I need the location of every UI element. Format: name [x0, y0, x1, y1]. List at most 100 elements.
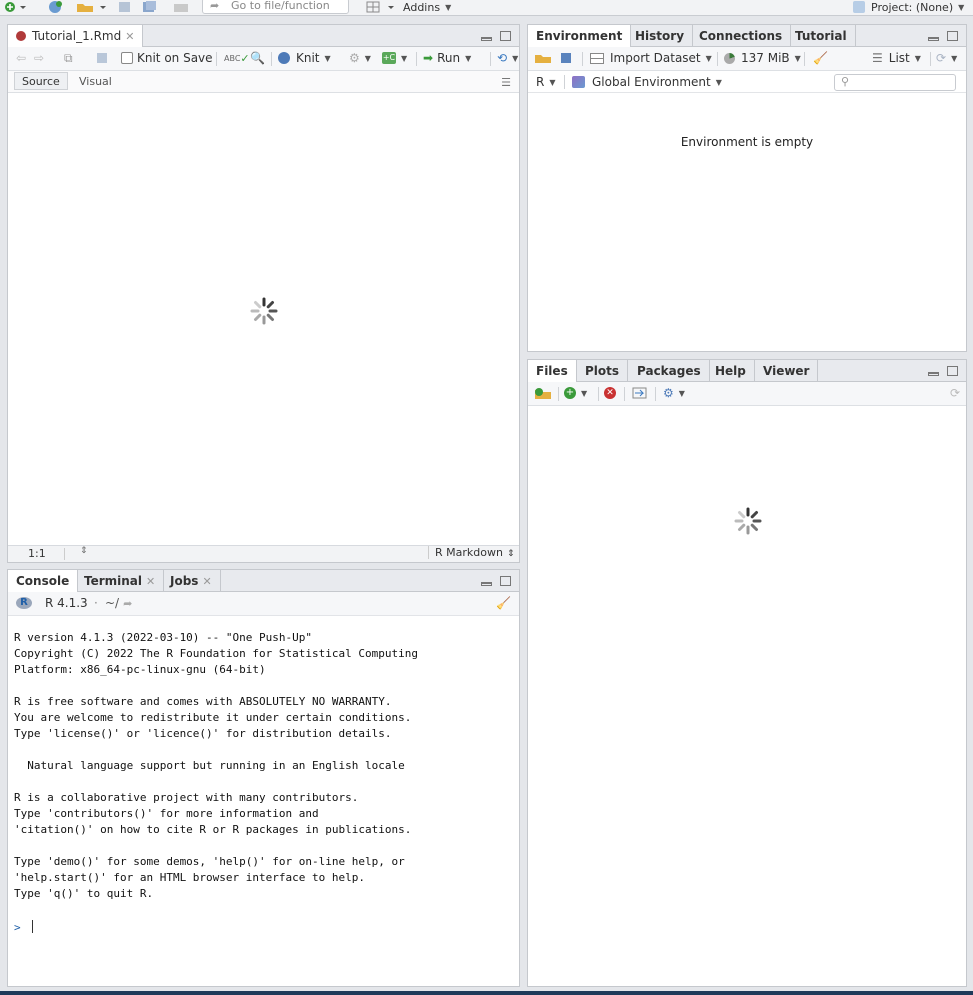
- import-dataset-button[interactable]: Import Dataset ▼: [590, 47, 712, 69]
- open-file-button[interactable]: [76, 0, 106, 14]
- tab-jobs-label: Jobs: [170, 574, 199, 588]
- clear-workspace-broom-icon[interactable]: 🧹: [813, 47, 828, 69]
- environment-search-input[interactable]: ⚲: [834, 74, 956, 91]
- tab-connections[interactable]: Connections: [691, 25, 792, 47]
- find-icon[interactable]: 🔍: [250, 47, 265, 69]
- working-dir[interactable]: ~/➦: [105, 592, 132, 614]
- tab-tutorial-rmd[interactable]: Tutorial_1.Rmd ✕: [8, 25, 144, 48]
- new-folder-icon[interactable]: [534, 382, 552, 404]
- run-button[interactable]: ➡ Run ▼: [423, 47, 471, 69]
- path-separator: ·: [94, 592, 98, 614]
- text-cursor: [32, 920, 34, 933]
- tab-environment[interactable]: Environment: [528, 25, 632, 48]
- tab-console[interactable]: Console: [8, 570, 79, 593]
- scope-updown-icon[interactable]: ⇕: [80, 546, 88, 556]
- tab-jobs[interactable]: Jobs ✕: [162, 570, 221, 592]
- print-icon[interactable]: [172, 0, 190, 14]
- close-jobs-icon[interactable]: ✕: [202, 575, 211, 588]
- save-all-icon[interactable]: [142, 0, 158, 14]
- maximize-pane-icon[interactable]: [947, 366, 958, 376]
- memory-usage-button[interactable]: 137 MiB ▼: [724, 47, 801, 69]
- environment-tabstrip: Environment History Connections Tutorial: [528, 25, 966, 48]
- knit-button[interactable]: Knit ▼: [278, 47, 331, 69]
- file-type-label: R Markdown: [435, 546, 503, 559]
- run-label: Run: [437, 51, 461, 65]
- delete-file-icon[interactable]: ✕: [604, 382, 616, 404]
- knit-on-save-label: Knit on Save: [137, 51, 213, 65]
- source-mode-label: Source: [22, 74, 60, 88]
- back-icon[interactable]: ⇦: [16, 47, 26, 69]
- memory-pie-icon: [724, 52, 735, 64]
- pane-layout-button[interactable]: [366, 0, 396, 14]
- insert-chunk-button[interactable]: +C ▼: [382, 47, 407, 69]
- files-tabstrip: Files Plots Packages Help Viewer: [528, 360, 966, 383]
- tab-files[interactable]: Files: [528, 360, 577, 383]
- knit-on-save-toggle[interactable]: Knit on Save: [121, 47, 213, 69]
- more-gear-icon[interactable]: ⚙ ▼: [663, 382, 685, 404]
- visual-mode-button[interactable]: Visual: [79, 72, 112, 90]
- outline-icon[interactable]: ☰: [501, 71, 511, 93]
- add-circle-icon: +: [564, 387, 576, 399]
- environment-window-controls: [928, 31, 958, 41]
- knit-label: Knit: [296, 51, 320, 65]
- source-mode-button[interactable]: Source: [14, 72, 68, 90]
- new-blank-file-button[interactable]: + ▼: [564, 382, 587, 404]
- refresh-icon[interactable]: ⟳ ▼: [936, 47, 957, 69]
- close-tab-icon[interactable]: ✕: [125, 30, 134, 43]
- new-project-icon[interactable]: [46, 0, 64, 14]
- tab-plots[interactable]: Plots: [577, 360, 629, 382]
- minimize-pane-icon[interactable]: [928, 372, 939, 376]
- working-dir-label: ~/: [105, 596, 120, 610]
- maximize-pane-icon[interactable]: [947, 31, 958, 41]
- show-in-window-icon[interactable]: ⧉: [64, 47, 73, 69]
- new-file-button[interactable]: [4, 0, 26, 14]
- close-terminal-icon[interactable]: ✕: [146, 575, 155, 588]
- maximize-pane-icon[interactable]: [500, 31, 511, 41]
- addins-menu[interactable]: Addins ▼: [403, 0, 451, 14]
- minimize-pane-icon[interactable]: [481, 582, 492, 586]
- file-type-menu[interactable]: R Markdown ⇕: [428, 546, 515, 559]
- console-window-controls: [481, 576, 511, 586]
- tab-plots-label: Plots: [585, 364, 620, 378]
- refresh-files-icon[interactable]: ⟳: [950, 382, 960, 404]
- tab-viewer-label: Viewer: [763, 364, 810, 378]
- import-dataset-label: Import Dataset: [610, 51, 701, 65]
- rename-file-icon[interactable]: [632, 382, 648, 404]
- tab-viewer[interactable]: Viewer: [755, 360, 819, 382]
- save-icon[interactable]: [118, 0, 132, 14]
- addins-label: Addins: [403, 0, 441, 14]
- scope-menu[interactable]: Global Environment ▼: [572, 71, 722, 93]
- list-view-menu[interactable]: ☰ List ▼: [872, 47, 921, 69]
- knit-on-save-checkbox[interactable]: [121, 52, 133, 64]
- settings-gear-icon[interactable]: ⚙ ▼: [349, 47, 371, 69]
- console-prompt[interactable]: >: [14, 920, 34, 934]
- console-toolbar: R R 4.1.3 · ~/➦ 🧹: [8, 592, 519, 616]
- minimize-pane-icon[interactable]: [481, 37, 492, 41]
- rerun-icon[interactable]: ⟲ ▼: [497, 47, 518, 69]
- goto-file-input[interactable]: ➦ Go to file/function: [202, 0, 349, 14]
- language-menu[interactable]: R ▼: [536, 71, 556, 93]
- spellcheck-icon[interactable]: ABC ✓: [224, 47, 250, 69]
- forward-icon[interactable]: ⇨: [34, 47, 44, 69]
- knit-ball-icon: [278, 52, 290, 64]
- tab-terminal[interactable]: Terminal ✕: [76, 570, 165, 592]
- minimize-pane-icon[interactable]: [928, 37, 939, 41]
- source-toolbar: ⇦ ⇨ ⧉ Knit on Save ABC ✓ 🔍 Knit ▼ ⚙ ▼ +C ▼ ➡…: [8, 47, 519, 71]
- goto-arrow-icon: ➦: [210, 0, 220, 12]
- project-menu[interactable]: Project: (None) ▼: [853, 0, 964, 14]
- source-window-controls: [481, 31, 511, 41]
- clear-console-broom-icon[interactable]: 🧹: [496, 592, 511, 614]
- tab-packages[interactable]: Packages: [629, 360, 710, 382]
- tab-tutorial[interactable]: Tutorial: [787, 25, 856, 47]
- file-type-updown-icon: ⇕: [506, 549, 515, 559]
- maximize-pane-icon[interactable]: [500, 576, 511, 586]
- tab-help[interactable]: Help: [707, 360, 755, 382]
- save-workspace-icon[interactable]: [560, 47, 572, 69]
- memory-label: 137 MiB: [741, 51, 790, 65]
- save-doc-icon[interactable]: [96, 47, 108, 69]
- files-toolbar: + ▼ ✕ ⚙ ▼ ⟳: [528, 382, 966, 406]
- load-workspace-icon[interactable]: [534, 47, 552, 69]
- goto-placeholder: Go to file/function: [231, 0, 330, 12]
- status-divider: [64, 548, 65, 560]
- tab-history[interactable]: History: [627, 25, 694, 47]
